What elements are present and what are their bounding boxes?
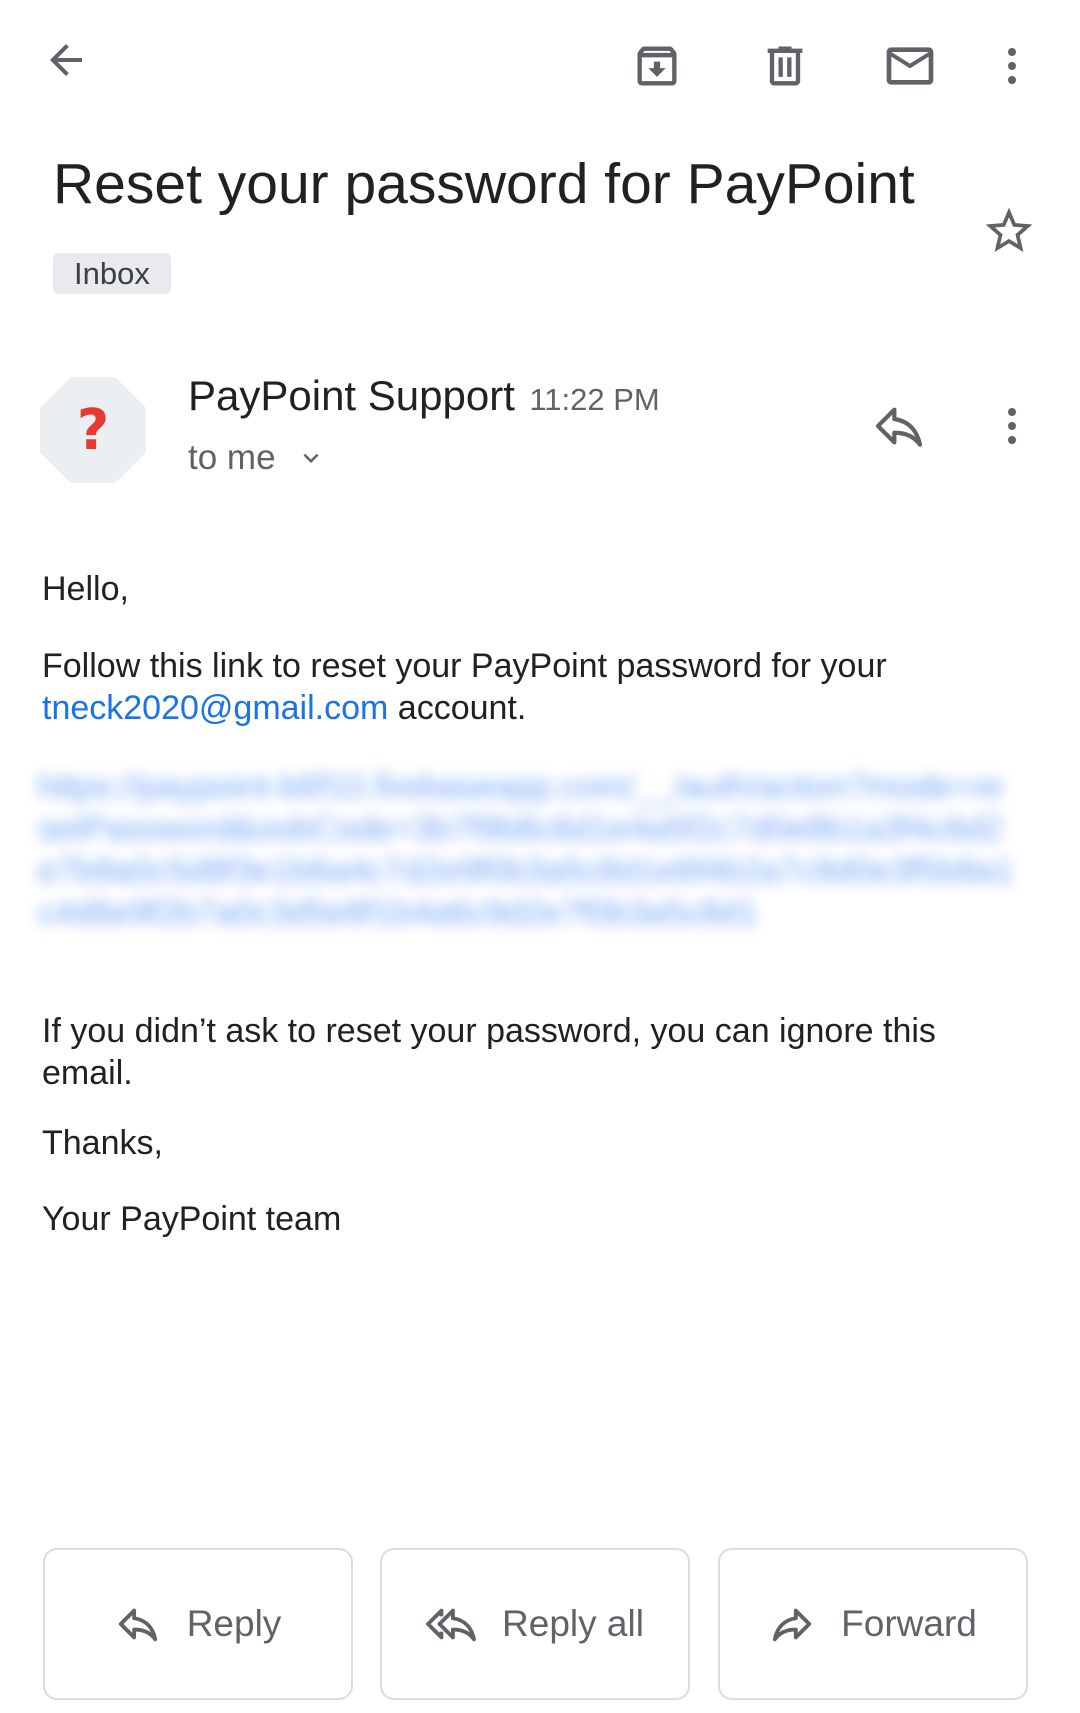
chevron-down-icon xyxy=(296,443,326,473)
mark-unread-button[interactable] xyxy=(877,34,943,98)
arrow-back-icon xyxy=(42,36,90,84)
more-options-button[interactable] xyxy=(988,34,1036,98)
reply-button[interactable]: Reply xyxy=(43,1548,353,1700)
more-vertical-icon xyxy=(988,402,1036,450)
reply-icon xyxy=(871,398,927,454)
delete-button[interactable] xyxy=(753,34,817,98)
star-outline-icon xyxy=(981,203,1037,259)
forward-button[interactable]: Forward xyxy=(718,1548,1028,1700)
email-subject: Reset your password for PayPoint xyxy=(53,152,915,216)
sender-line: PayPoint Support 11:22 PM xyxy=(188,372,660,420)
archive-button[interactable] xyxy=(625,34,689,98)
sender-name[interactable]: PayPoint Support xyxy=(188,372,515,419)
reply-all-label: Reply all xyxy=(502,1603,644,1644)
reply-label: Reply xyxy=(186,1603,282,1644)
back-button[interactable] xyxy=(34,28,98,92)
body-ignore-notice: If you didn’t ask to reset your password… xyxy=(42,1012,936,1092)
body-signoff: Your PayPoint team xyxy=(42,1200,342,1238)
quick-reply-button[interactable] xyxy=(868,395,930,457)
label-chip-inbox[interactable]: Inbox xyxy=(53,253,171,294)
body-thanks: Thanks, xyxy=(42,1124,163,1162)
sent-time: 11:22 PM xyxy=(529,382,660,417)
email-address-link[interactable]: tneck2020@gmail.com xyxy=(42,689,388,727)
forward-icon xyxy=(769,1601,815,1647)
reply-all-button[interactable]: Reply all xyxy=(380,1548,690,1700)
trash-icon xyxy=(759,40,811,92)
sender-avatar: ? xyxy=(40,377,146,483)
recipient-label: to me xyxy=(188,438,276,477)
more-vertical-icon xyxy=(988,42,1036,90)
mail-icon xyxy=(882,38,938,94)
forward-label: Forward xyxy=(841,1603,977,1644)
star-button[interactable] xyxy=(978,200,1040,262)
instruction-end: account. xyxy=(397,689,527,727)
reply-all-icon xyxy=(426,1601,476,1647)
message-more-button[interactable] xyxy=(988,395,1036,457)
body-greeting: Hello, xyxy=(42,570,129,608)
reset-password-link[interactable]: https://paypoint-b6f10.firebaseapp.com/_… xyxy=(38,766,1018,934)
archive-icon xyxy=(631,40,683,92)
reply-icon xyxy=(115,1601,161,1647)
instruction-text: Follow this link to reset your PayPoint … xyxy=(42,647,887,685)
body-instruction: Follow this link to reset your PayPoint … xyxy=(42,645,1002,729)
recipient-details-toggle[interactable]: to me xyxy=(188,438,326,478)
